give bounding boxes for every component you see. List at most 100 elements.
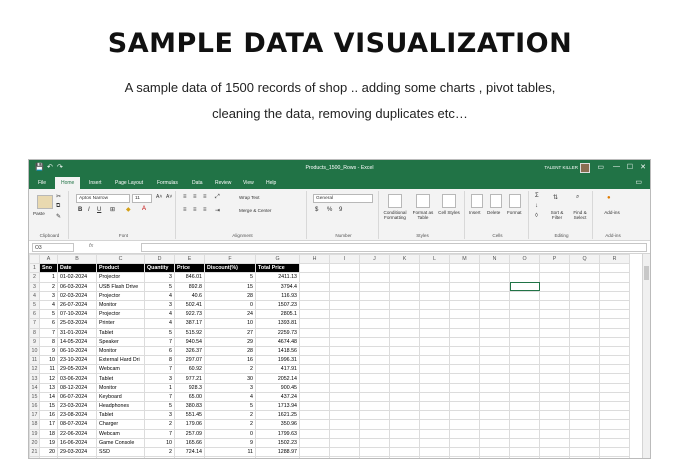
empty-cell[interactable] xyxy=(359,382,390,393)
tab-formulas[interactable]: Formulas xyxy=(151,177,184,189)
tab-file[interactable]: File xyxy=(32,177,52,189)
table-cell[interactable]: 29-03-2024 xyxy=(57,446,97,458)
table-cell[interactable]: 15 xyxy=(204,281,256,292)
empty-cell[interactable] xyxy=(419,410,450,421)
empty-cell[interactable] xyxy=(479,364,510,375)
empty-cell[interactable] xyxy=(479,281,510,292)
empty-cell[interactable] xyxy=(389,263,420,274)
empty-cell[interactable] xyxy=(509,318,540,329)
table-cell[interactable]: 22-06-2024 xyxy=(57,428,97,439)
empty-cell[interactable] xyxy=(419,391,450,403)
table-cell[interactable]: 3 xyxy=(144,299,175,311)
row-header[interactable]: 5 xyxy=(29,299,40,311)
empty-cell[interactable] xyxy=(329,318,360,329)
number-format-select[interactable]: General xyxy=(313,194,373,203)
empty-cell[interactable] xyxy=(509,263,540,274)
empty-cell[interactable] xyxy=(389,437,420,448)
empty-cell[interactable] xyxy=(359,309,390,320)
empty-cell[interactable] xyxy=(509,355,540,366)
vertical-scrollbar[interactable] xyxy=(642,254,650,458)
table-cell[interactable]: 502.41 xyxy=(174,299,205,311)
column-header[interactable]: E xyxy=(174,253,205,265)
row-header[interactable]: 17 xyxy=(29,410,40,421)
table-cell[interactable]: 11 xyxy=(39,364,58,375)
empty-cell[interactable] xyxy=(599,272,630,283)
table-cell[interactable]: 437.24 xyxy=(255,391,300,403)
empty-cell[interactable] xyxy=(389,382,420,393)
table-cell[interactable]: 7 xyxy=(144,428,175,439)
header-cell[interactable]: Product xyxy=(96,263,145,274)
table-cell[interactable]: 06-07-2024 xyxy=(57,391,97,403)
empty-cell[interactable] xyxy=(359,290,390,301)
table-cell[interactable]: 1621.25 xyxy=(255,410,300,421)
empty-cell[interactable] xyxy=(419,437,450,448)
empty-cell[interactable] xyxy=(599,391,630,403)
empty-cell[interactable] xyxy=(389,410,420,421)
table-cell[interactable]: 0 xyxy=(204,428,256,439)
empty-cell[interactable] xyxy=(329,299,360,311)
empty-cell[interactable] xyxy=(599,437,630,448)
table-cell[interactable]: Charger xyxy=(96,419,145,430)
empty-cell[interactable] xyxy=(419,336,450,347)
header-cell[interactable]: Price xyxy=(174,263,205,274)
empty-cell[interactable] xyxy=(359,263,390,274)
empty-cell[interactable] xyxy=(539,309,570,320)
row-header[interactable]: 12 xyxy=(29,364,40,375)
empty-cell[interactable] xyxy=(329,364,360,375)
empty-cell[interactable] xyxy=(539,373,570,384)
empty-cell[interactable] xyxy=(389,327,420,338)
insert-cells-button[interactable]: Insert xyxy=(469,210,481,215)
table-cell[interactable]: 19 xyxy=(39,437,58,448)
table-cell[interactable]: 02-03-2024 xyxy=(57,290,97,301)
table-cell[interactable]: Projector xyxy=(96,309,145,320)
empty-cell[interactable] xyxy=(509,419,540,430)
table-cell[interactable]: 29 xyxy=(204,336,256,347)
empty-cell[interactable] xyxy=(479,327,510,338)
empty-cell[interactable] xyxy=(299,309,330,320)
empty-cell[interactable] xyxy=(389,290,420,301)
table-cell[interactable]: 14 xyxy=(39,391,58,403)
table-cell[interactable]: 28 xyxy=(204,290,256,301)
empty-cell[interactable] xyxy=(479,446,510,458)
table-cell[interactable]: 2 xyxy=(204,419,256,430)
empty-cell[interactable] xyxy=(359,446,390,458)
autosum-icon[interactable]: Σ xyxy=(535,193,539,199)
table-cell[interactable]: 23-10-2024 xyxy=(57,355,97,366)
middle-align-icon[interactable]: ≡ xyxy=(193,194,197,200)
table-cell[interactable]: 65.00 xyxy=(174,391,205,403)
italic-button[interactable]: I xyxy=(88,207,90,213)
header-cell[interactable]: Date xyxy=(57,263,97,274)
empty-cell[interactable] xyxy=(479,263,510,274)
empty-cell[interactable] xyxy=(389,419,420,430)
tab-help[interactable]: Help xyxy=(260,177,282,189)
empty-cell[interactable] xyxy=(449,281,480,292)
table-cell[interactable]: 3794.4 xyxy=(255,281,300,292)
table-cell[interactable]: 4 xyxy=(39,299,58,311)
empty-cell[interactable] xyxy=(569,446,600,458)
table-cell[interactable]: 551.45 xyxy=(174,410,205,421)
table-cell[interactable]: 1996.31 xyxy=(255,355,300,366)
empty-cell[interactable] xyxy=(299,400,330,412)
row-header[interactable]: 1 xyxy=(29,263,40,274)
table-cell[interactable]: 29-05-2024 xyxy=(57,364,97,375)
empty-cell[interactable] xyxy=(329,446,360,458)
table-cell[interactable]: Projector xyxy=(96,272,145,283)
table-cell[interactable]: 9 xyxy=(39,345,58,357)
wrap-text-button[interactable]: Wrap Text xyxy=(239,195,260,200)
table-cell[interactable]: Monitor xyxy=(96,382,145,393)
table-cell[interactable]: 27 xyxy=(204,327,256,338)
empty-cell[interactable] xyxy=(539,263,570,274)
empty-cell[interactable] xyxy=(329,373,360,384)
table-cell[interactable]: 297.07 xyxy=(174,355,205,366)
table-cell[interactable]: 2052.14 xyxy=(255,373,300,384)
close-icon[interactable]: ✕ xyxy=(640,163,646,171)
empty-cell[interactable] xyxy=(329,272,360,283)
table-cell[interactable]: 14-05-2024 xyxy=(57,336,97,347)
empty-cell[interactable] xyxy=(329,355,360,366)
empty-cell[interactable] xyxy=(479,355,510,366)
empty-cell[interactable] xyxy=(539,272,570,283)
table-cell[interactable]: Headphones xyxy=(96,400,145,412)
table-cell[interactable]: 922.73 xyxy=(174,309,205,320)
empty-cell[interactable] xyxy=(359,355,390,366)
table-cell[interactable]: 4 xyxy=(144,318,175,329)
